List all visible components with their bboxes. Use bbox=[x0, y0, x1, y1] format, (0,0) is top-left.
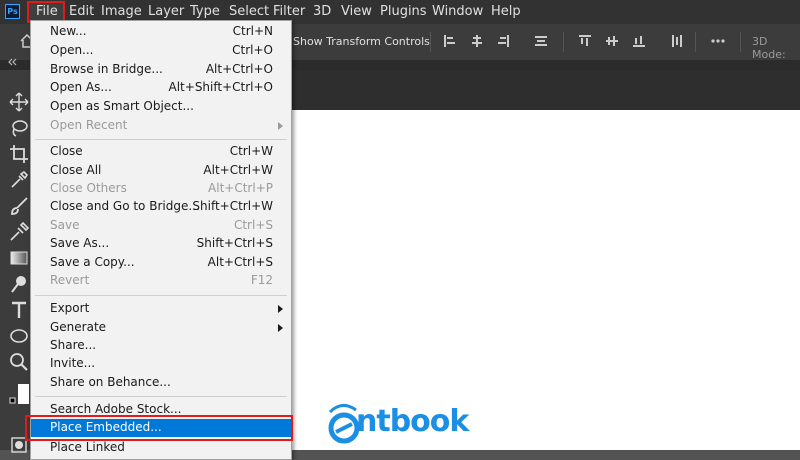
menu-item-label: Open as Smart Object... bbox=[50, 99, 194, 113]
menu-item-shortcut: Alt+Ctrl+O bbox=[205, 62, 273, 76]
menu-item-label: Generate bbox=[50, 320, 107, 334]
menu-item-open[interactable]: Open... Ctrl+O bbox=[31, 42, 291, 60]
gradient-tool-icon[interactable] bbox=[9, 248, 29, 268]
clone-stamp-tool-icon[interactable] bbox=[9, 222, 29, 242]
show-transform-controls-label[interactable]: Show Transform Controls bbox=[293, 35, 430, 48]
menu-item-label: Share on Behance... bbox=[50, 375, 171, 389]
menu-item-generate[interactable]: Generate bbox=[31, 319, 291, 337]
zoom-tool-icon[interactable] bbox=[9, 352, 29, 372]
file-menu-dropdown: New... Ctrl+N Open... Ctrl+O Browse in B… bbox=[30, 20, 292, 460]
menu-plugins[interactable]: Plugins bbox=[380, 0, 427, 24]
more-options-icon[interactable] bbox=[711, 34, 725, 48]
menu-item-label: Search Adobe Stock... bbox=[50, 402, 182, 416]
menu-item-share-on-behance[interactable]: Share on Behance... bbox=[31, 374, 291, 392]
menu-item-label: Revert bbox=[50, 273, 90, 287]
align-right-icon[interactable] bbox=[496, 34, 510, 48]
submenu-arrow-icon bbox=[278, 122, 283, 130]
menu-item-new[interactable]: New... Ctrl+N bbox=[31, 23, 291, 41]
menu-window[interactable]: Window bbox=[432, 0, 483, 24]
distribute-horizontal-icon[interactable] bbox=[670, 34, 684, 48]
menu-item-open-as-smart-object[interactable]: Open as Smart Object... bbox=[31, 98, 291, 116]
menu-item-invite[interactable]: Invite... bbox=[31, 355, 291, 373]
brush-tool-icon[interactable] bbox=[9, 196, 29, 216]
move-tool-icon[interactable] bbox=[9, 92, 29, 112]
menu-item-label: Browse in Bridge... bbox=[50, 62, 163, 76]
ntbook-watermark: ntbook bbox=[326, 400, 476, 446]
align-middle-vertical-icon[interactable] bbox=[605, 34, 619, 48]
menu-item-shortcut: Ctrl+N bbox=[232, 24, 273, 38]
menu-item-revert: Revert F12 bbox=[31, 272, 291, 290]
distribute-icon[interactable] bbox=[534, 34, 548, 48]
eyedropper-tool-icon[interactable] bbox=[9, 170, 29, 190]
menu-item-shortcut: Ctrl+S bbox=[233, 218, 273, 232]
menu-item-place-linked[interactable]: Place Linked bbox=[31, 439, 291, 457]
type-tool-icon[interactable] bbox=[9, 300, 29, 320]
menu-item-shortcut: Ctrl+O bbox=[232, 43, 273, 57]
watermark-text: ntbook bbox=[356, 404, 469, 439]
photoshop-logo-icon[interactable]: Ps bbox=[5, 4, 20, 19]
align-top-icon[interactable] bbox=[578, 34, 592, 48]
3d-mode-label: 3D Mode: bbox=[752, 35, 786, 61]
menu-item-label: Open... bbox=[50, 43, 94, 57]
divider bbox=[740, 32, 741, 52]
collapse-panel-icon[interactable] bbox=[7, 58, 17, 66]
menu-item-share[interactable]: Share... bbox=[31, 337, 291, 355]
menu-item-shortcut: Ctrl+W bbox=[229, 144, 273, 158]
menu-item-label: Save As... bbox=[50, 236, 110, 250]
menu-item-shortcut: F12 bbox=[250, 273, 273, 287]
submenu-arrow-icon bbox=[278, 305, 283, 313]
lasso-tool-icon[interactable] bbox=[9, 118, 29, 138]
ellipse-tool-icon[interactable] bbox=[9, 326, 29, 346]
menu-item-open-as[interactable]: Open As... Alt+Shift+Ctrl+O bbox=[31, 79, 291, 97]
menu-item-shortcut: Alt+Ctrl+P bbox=[208, 181, 273, 195]
menu-item-export[interactable]: Export bbox=[31, 300, 291, 318]
menu-item-shortcut: Alt+Shift+Ctrl+O bbox=[168, 80, 273, 94]
menu-item-shortcut: Shift+Ctrl+W bbox=[192, 199, 273, 213]
menu-item-label: Share... bbox=[50, 338, 97, 352]
menu-item-label: Save bbox=[50, 218, 80, 232]
menu-item-shortcut: Alt+Ctrl+S bbox=[207, 255, 273, 269]
divider bbox=[695, 32, 696, 52]
menu-item-label: Close All bbox=[50, 163, 102, 177]
menu-item-label: Close Others bbox=[50, 181, 127, 195]
foreground-background-color-icon[interactable] bbox=[9, 384, 29, 404]
place-embedded-highlight bbox=[25, 415, 293, 441]
crop-tool-icon[interactable] bbox=[9, 144, 29, 164]
menu-item-shortcut: Shift+Ctrl+S bbox=[196, 236, 273, 250]
menu-separator bbox=[35, 139, 287, 140]
menu-item-label: Invite... bbox=[50, 356, 96, 370]
menu-item-browse-in-bridge[interactable]: Browse in Bridge... Alt+Ctrl+O bbox=[31, 61, 291, 79]
menu-item-label: Open As... bbox=[50, 80, 112, 94]
menu-separator bbox=[35, 295, 287, 296]
menu-item-save: Save Ctrl+S bbox=[31, 217, 291, 235]
menu-item-close-all[interactable]: Close All Alt+Ctrl+W bbox=[31, 162, 291, 180]
menu-item-open-recent: Open Recent bbox=[31, 117, 291, 135]
menu-item-label: Close and Go to Bridge... bbox=[50, 199, 200, 213]
menu-view[interactable]: View bbox=[341, 0, 372, 24]
menu-item-label: Save a Copy... bbox=[50, 255, 135, 269]
align-center-horizontal-icon[interactable] bbox=[470, 34, 484, 48]
align-left-icon[interactable] bbox=[443, 34, 457, 48]
menu-item-close-and-go-to-bridge[interactable]: Close and Go to Bridge... Shift+Ctrl+W bbox=[31, 198, 291, 216]
menu-item-save-a-copy[interactable]: Save a Copy... Alt+Ctrl+S bbox=[31, 254, 291, 272]
divider bbox=[430, 32, 431, 52]
menu-item-label: New... bbox=[50, 24, 87, 38]
dodge-tool-icon[interactable] bbox=[9, 274, 29, 294]
menu-item-close-others: Close Others Alt+Ctrl+P bbox=[31, 180, 291, 198]
menu-item-label: Place Linked bbox=[50, 440, 125, 454]
menu-help[interactable]: Help bbox=[491, 0, 521, 24]
menu-item-close[interactable]: Close Ctrl+W bbox=[31, 143, 291, 161]
divider bbox=[563, 32, 564, 52]
align-bottom-icon[interactable] bbox=[632, 34, 646, 48]
menu-separator bbox=[35, 396, 287, 397]
menu-item-label: Close bbox=[50, 144, 83, 158]
menu-item-shortcut: Alt+Ctrl+W bbox=[203, 163, 273, 177]
menu-item-label: Open Recent bbox=[50, 118, 128, 132]
submenu-arrow-icon bbox=[278, 324, 283, 332]
menu-3d[interactable]: 3D bbox=[313, 0, 331, 24]
menu-item-label: Export bbox=[50, 301, 90, 315]
menu-item-save-as[interactable]: Save As... Shift+Ctrl+S bbox=[31, 235, 291, 253]
